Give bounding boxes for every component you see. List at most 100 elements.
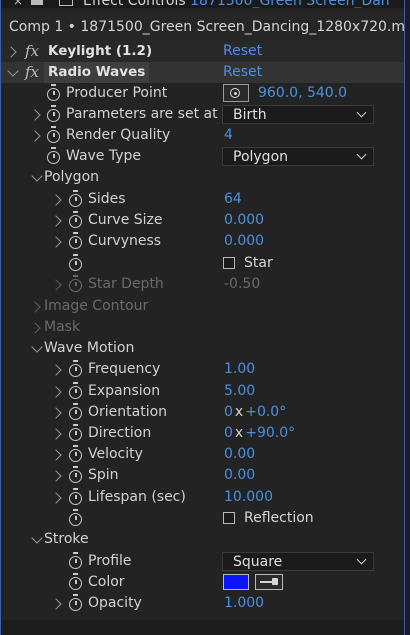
chevron-right-icon[interactable] [50, 492, 62, 504]
prop-curve-size: Curve Size 0.000 [1, 210, 404, 231]
prop-render-quality: Render Quality 4 [1, 125, 404, 146]
reset-button[interactable]: Reset [223, 62, 262, 83]
prop-parameters-set-at: Parameters are set at Birth [1, 104, 404, 125]
chevron-down-icon[interactable] [31, 170, 43, 182]
star-checkbox[interactable] [223, 257, 235, 269]
group-polygon[interactable]: Polygon [1, 167, 404, 188]
prop-value[interactable]: 64 [224, 189, 242, 210]
stopwatch-icon[interactable] [69, 594, 82, 611]
prop-reflection: Reflection [1, 508, 404, 529]
chevron-right-icon[interactable] [50, 449, 62, 461]
crosshair-icon[interactable] [223, 84, 249, 102]
checkbox-label[interactable]: Star [244, 253, 273, 274]
panel-tab-bar: × Effect Controls 1871500_Green Screen_D… [1, 0, 404, 8]
chevron-down-icon [356, 107, 367, 118]
chevron-right-icon[interactable] [50, 236, 62, 248]
panel-menu-icon[interactable] [59, 0, 73, 6]
angle-degrees[interactable]: +0.0° [245, 404, 286, 420]
chevron-right-icon[interactable] [50, 364, 62, 376]
chevron-right-icon[interactable] [29, 109, 41, 121]
stopwatch-icon[interactable] [69, 488, 82, 505]
reset-button[interactable]: Reset [223, 41, 262, 62]
prop-label: Parameters are set at [66, 106, 218, 122]
group-stroke[interactable]: Stroke [1, 529, 404, 550]
color-swatch[interactable] [223, 574, 249, 590]
params-set-at-dropdown[interactable]: Birth [222, 105, 374, 124]
prop-value[interactable]: 0.000 [224, 210, 264, 231]
stopwatch-icon[interactable] [69, 466, 82, 483]
angle-value[interactable]: 0 x +90.0° [224, 423, 295, 444]
prop-label: Sides [88, 191, 126, 207]
prop-label: Spin [88, 467, 119, 483]
stopwatch-icon[interactable] [69, 424, 82, 441]
prop-star-depth: Star Depth -0.50 [1, 274, 404, 295]
prop-label: Opacity [88, 595, 142, 611]
group-wave-motion[interactable]: Wave Motion [1, 338, 404, 359]
stopwatch-icon[interactable] [47, 84, 60, 101]
chevron-right-icon[interactable] [50, 428, 62, 440]
fx-icon[interactable]: fx [25, 41, 39, 62]
group-label: Mask [44, 319, 81, 335]
prop-label: Render Quality [66, 127, 171, 143]
stopwatch-icon[interactable] [69, 190, 82, 207]
stopwatch-icon[interactable] [69, 360, 82, 377]
prop-spin: Spin 0.00 [1, 465, 404, 486]
stopwatch-icon[interactable] [69, 232, 82, 249]
checkbox-label[interactable]: Reflection [244, 508, 314, 529]
chevron-right-icon[interactable] [50, 215, 62, 227]
stopwatch-icon[interactable] [69, 382, 82, 399]
stopwatch-icon[interactable] [47, 105, 60, 122]
stopwatch-icon[interactable] [47, 147, 60, 164]
stopwatch-icon[interactable] [69, 211, 82, 228]
prop-value[interactable]: 5.00 [224, 381, 255, 402]
stopwatch-icon[interactable] [69, 573, 82, 590]
fx-icon[interactable]: fx [25, 62, 39, 83]
prop-label: Expansion [88, 383, 161, 399]
prop-value[interactable]: 0.00 [224, 444, 255, 465]
chevron-down-icon[interactable] [31, 532, 43, 544]
stopwatch-icon[interactable] [69, 403, 82, 420]
chevron-down-icon[interactable] [7, 65, 19, 77]
angle-revolutions[interactable]: 0 [224, 404, 233, 420]
prop-value[interactable]: 960.0, 540.0 [258, 83, 347, 104]
stopwatch-icon[interactable] [69, 254, 82, 271]
chevron-down-icon[interactable] [31, 341, 43, 353]
tab-file-name: 1871500_Green Screen_Dan [190, 0, 390, 8]
chevron-right-icon[interactable] [5, 46, 17, 58]
profile-dropdown[interactable]: Square [222, 552, 374, 571]
effect-name[interactable]: Radio Waves [44, 62, 150, 83]
lock-icon[interactable] [31, 0, 43, 5]
eyedropper-icon[interactable] [255, 574, 283, 590]
reflection-checkbox[interactable] [223, 512, 235, 524]
stopwatch-icon[interactable] [69, 445, 82, 462]
panel-tab-title[interactable]: Effect Controls 1871500_Green Screen_Dan [83, 0, 390, 8]
prop-value[interactable]: 1.00 [224, 359, 255, 380]
chevron-right-icon[interactable] [50, 194, 62, 206]
angle-separator: x [234, 425, 244, 441]
prop-value[interactable]: 1.000 [224, 593, 264, 614]
angle-revolutions[interactable]: 0 [224, 425, 233, 441]
effect-name[interactable]: Keylight (1.2) [48, 41, 152, 62]
angle-degrees[interactable]: +90.0° [245, 425, 295, 441]
chevron-right-icon [50, 279, 62, 291]
stopwatch-icon[interactable] [47, 126, 60, 143]
prop-label: Star Depth [88, 276, 164, 292]
stopwatch-icon[interactable] [69, 552, 82, 569]
effect-radio-waves[interactable]: fx Radio Waves Reset [1, 62, 404, 83]
effect-keylight[interactable]: fx Keylight (1.2) Reset [1, 41, 404, 62]
stopwatch-icon[interactable] [69, 509, 82, 526]
chevron-right-icon [29, 322, 41, 334]
prop-value[interactable]: 4 [224, 125, 233, 146]
chevron-right-icon[interactable] [50, 598, 62, 610]
chevron-right-icon[interactable] [50, 407, 62, 419]
prop-frequency: Frequency 1.00 [1, 359, 404, 380]
chevron-right-icon[interactable] [50, 386, 62, 398]
angle-value[interactable]: 0 x +0.0° [224, 402, 286, 423]
prop-value[interactable]: 0.00 [224, 465, 255, 486]
chevron-right-icon[interactable] [50, 470, 62, 482]
prop-value[interactable]: 0.000 [224, 231, 264, 252]
wave-type-dropdown[interactable]: Polygon [222, 147, 374, 166]
chevron-right-icon[interactable] [29, 130, 41, 142]
prop-value[interactable]: 10.000 [224, 487, 273, 508]
close-icon[interactable]: × [13, 0, 23, 8]
